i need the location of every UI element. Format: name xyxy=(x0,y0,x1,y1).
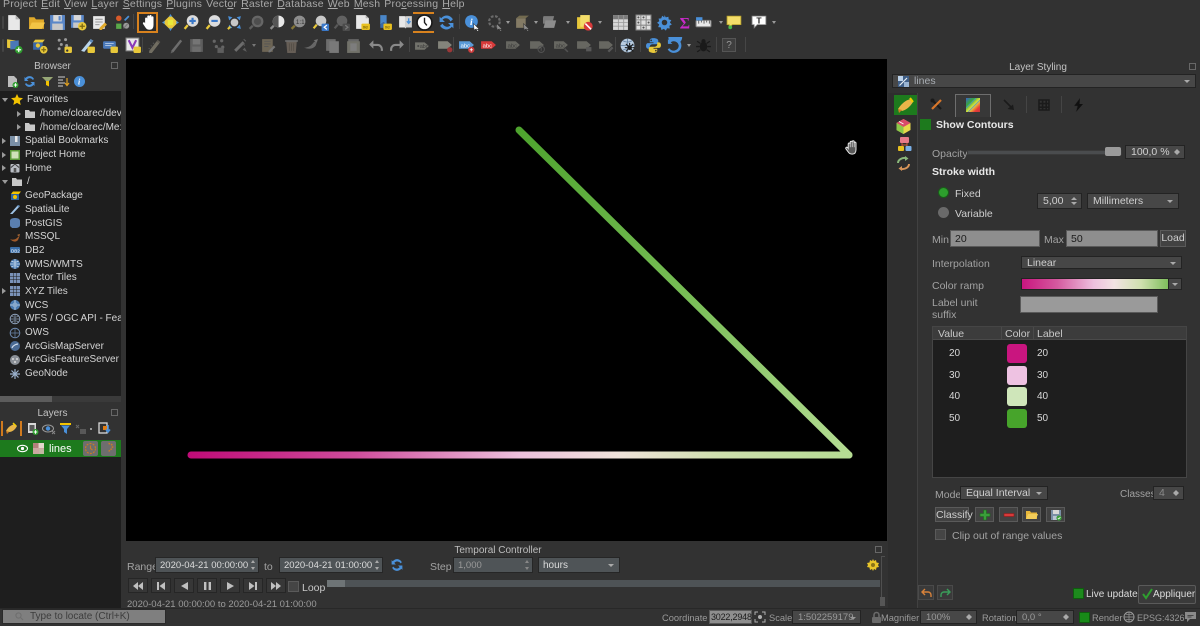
svg-text:abc: abc xyxy=(508,43,517,49)
svg-text:abc: abc xyxy=(556,43,565,49)
svg-text:xe: xe xyxy=(363,26,368,31)
svg-text:1:1: 1:1 xyxy=(296,19,305,26)
svg-text:i: i xyxy=(470,17,473,28)
svg-text:abc: abc xyxy=(420,44,429,50)
svg-text:DB2: DB2 xyxy=(11,249,20,254)
svg-text:T: T xyxy=(756,16,762,26)
svg-text:abc: abc xyxy=(483,43,492,49)
svg-text:xe: xe xyxy=(385,26,390,31)
svg-text:Σ: Σ xyxy=(680,15,690,31)
svg-text:●: ● xyxy=(66,48,69,54)
